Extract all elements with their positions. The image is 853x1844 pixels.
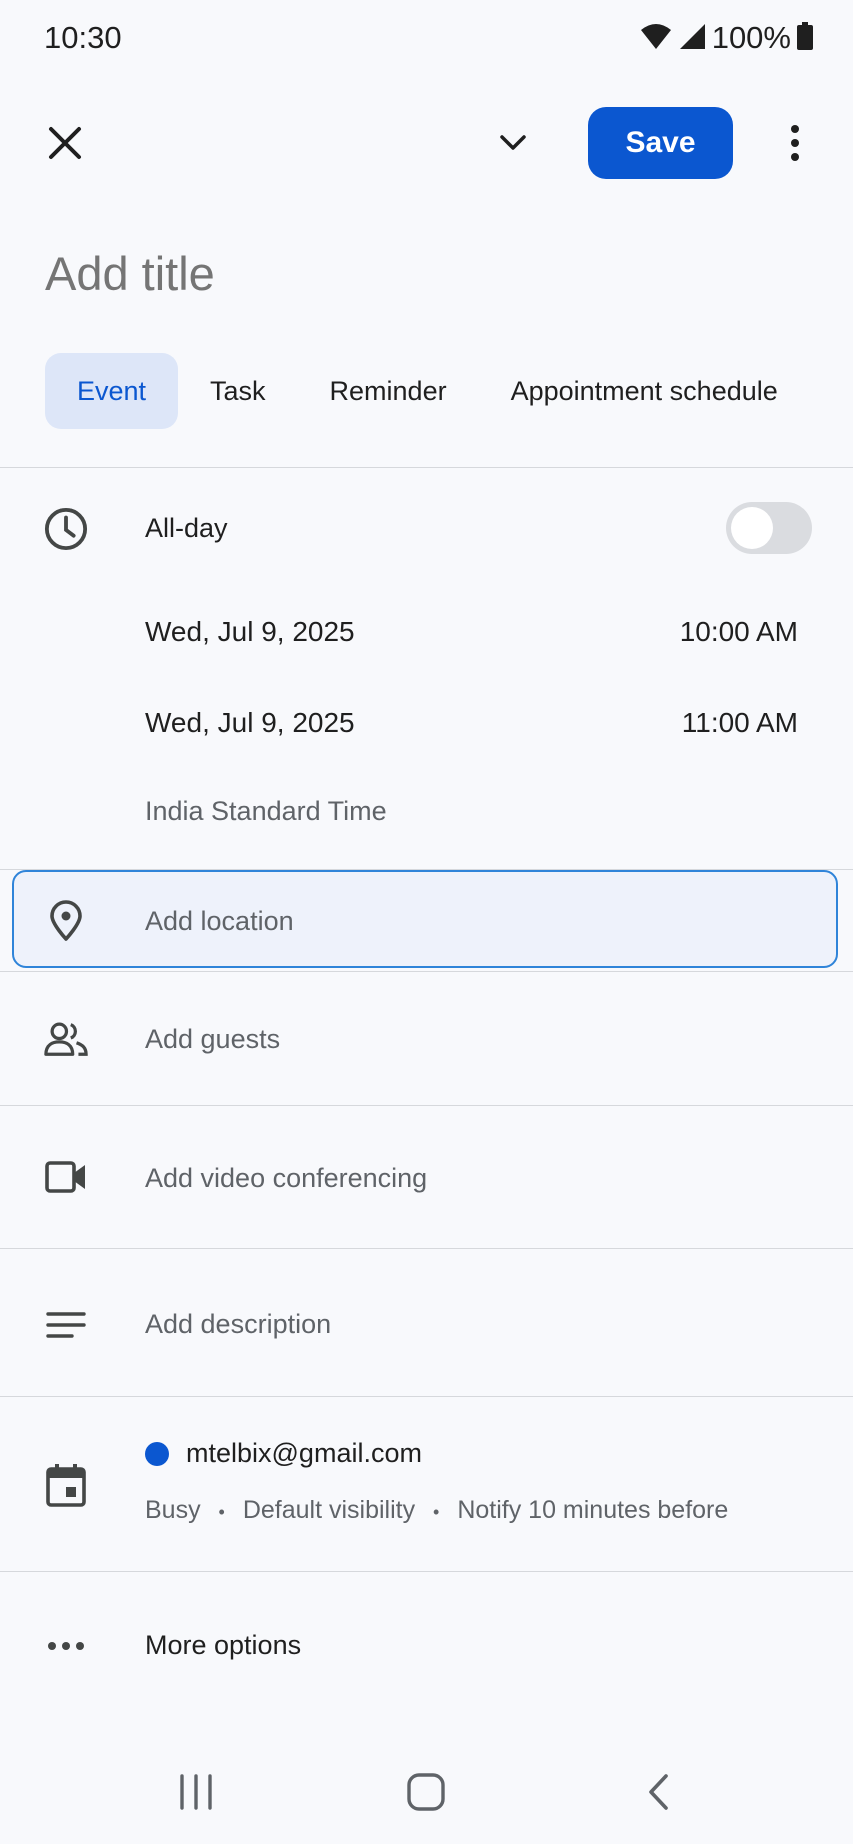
start-date[interactable]: Wed, Jul 9, 2025 <box>145 616 355 648</box>
clock-icon <box>44 507 88 551</box>
description-icon <box>44 1303 88 1347</box>
busy-status: Busy <box>145 1496 201 1524</box>
event-type-tabs: Event Task Reminder Appointment schedule <box>45 353 810 429</box>
timezone[interactable]: India Standard Time <box>145 796 387 827</box>
notification-setting: Notify 10 minutes before <box>457 1496 729 1524</box>
divider <box>0 1105 853 1106</box>
battery-percentage: 100% <box>711 20 791 55</box>
location-placeholder[interactable]: Add location <box>145 906 294 937</box>
tab-event[interactable]: Event <box>45 353 178 429</box>
back-button[interactable] <box>628 1762 688 1822</box>
description-placeholder[interactable]: Add description <box>145 1309 331 1340</box>
status-time: 10:30 <box>44 20 122 55</box>
save-button[interactable]: Save <box>588 107 733 179</box>
system-navigation-bar <box>0 1740 853 1844</box>
close-button[interactable] <box>40 118 90 168</box>
more-options-button[interactable]: More options <box>145 1630 301 1661</box>
battery-icon <box>797 21 813 55</box>
home-button[interactable] <box>396 1762 456 1822</box>
home-icon <box>407 1773 445 1811</box>
back-chevron-icon <box>649 1774 668 1810</box>
title-input[interactable] <box>45 246 805 301</box>
separator-dot: • <box>433 1502 440 1522</box>
tab-task[interactable]: Task <box>178 353 298 429</box>
video-conferencing-label[interactable]: Add video conferencing <box>145 1163 427 1194</box>
wifi-icon <box>640 22 672 55</box>
more-vert-icon <box>791 125 799 161</box>
divider <box>0 467 853 468</box>
calendar-color-dot <box>145 1442 169 1466</box>
recent-apps-button[interactable] <box>166 1762 226 1822</box>
divider <box>0 1248 853 1249</box>
recent-apps-icon <box>180 1774 212 1810</box>
toggle-knob <box>731 507 773 549</box>
divider <box>0 971 853 972</box>
calendar-account-email[interactable]: mtelbix@gmail.com <box>186 1438 422 1469</box>
chevron-down-icon <box>500 135 526 150</box>
all-day-toggle[interactable] <box>726 502 812 554</box>
close-icon <box>49 127 81 159</box>
toolbar: Save <box>0 96 853 192</box>
tab-appointment-schedule[interactable]: Appointment schedule <box>479 353 810 429</box>
divider <box>0 1396 853 1397</box>
all-day-label: All-day <box>145 513 228 543</box>
location-pin-icon <box>44 899 88 943</box>
status-icons: 100% <box>640 20 813 56</box>
people-icon <box>44 1017 88 1061</box>
more-horiz-icon <box>44 1624 88 1668</box>
expand-button[interactable] <box>488 118 538 168</box>
divider <box>0 1571 853 1572</box>
start-time[interactable]: 10:00 AM <box>680 616 798 648</box>
guests-placeholder[interactable]: Add guests <box>145 1024 280 1055</box>
separator-dot: • <box>218 1502 225 1522</box>
end-date[interactable]: Wed, Jul 9, 2025 <box>145 707 355 739</box>
calendar-icon <box>44 1463 88 1507</box>
location-field[interactable] <box>12 870 838 968</box>
visibility-setting: Default visibility <box>242 1496 416 1524</box>
tab-reminder[interactable]: Reminder <box>298 353 479 429</box>
status-bar: 10:30 100% <box>0 0 853 74</box>
end-time[interactable]: 11:00 AM <box>682 707 798 739</box>
more-menu-button[interactable] <box>770 118 820 168</box>
cell-signal-icon <box>678 22 706 55</box>
video-camera-icon <box>44 1155 88 1199</box>
calendar-account-details[interactable]: Busy • Default visibility • Notify 10 mi… <box>145 1496 728 1525</box>
